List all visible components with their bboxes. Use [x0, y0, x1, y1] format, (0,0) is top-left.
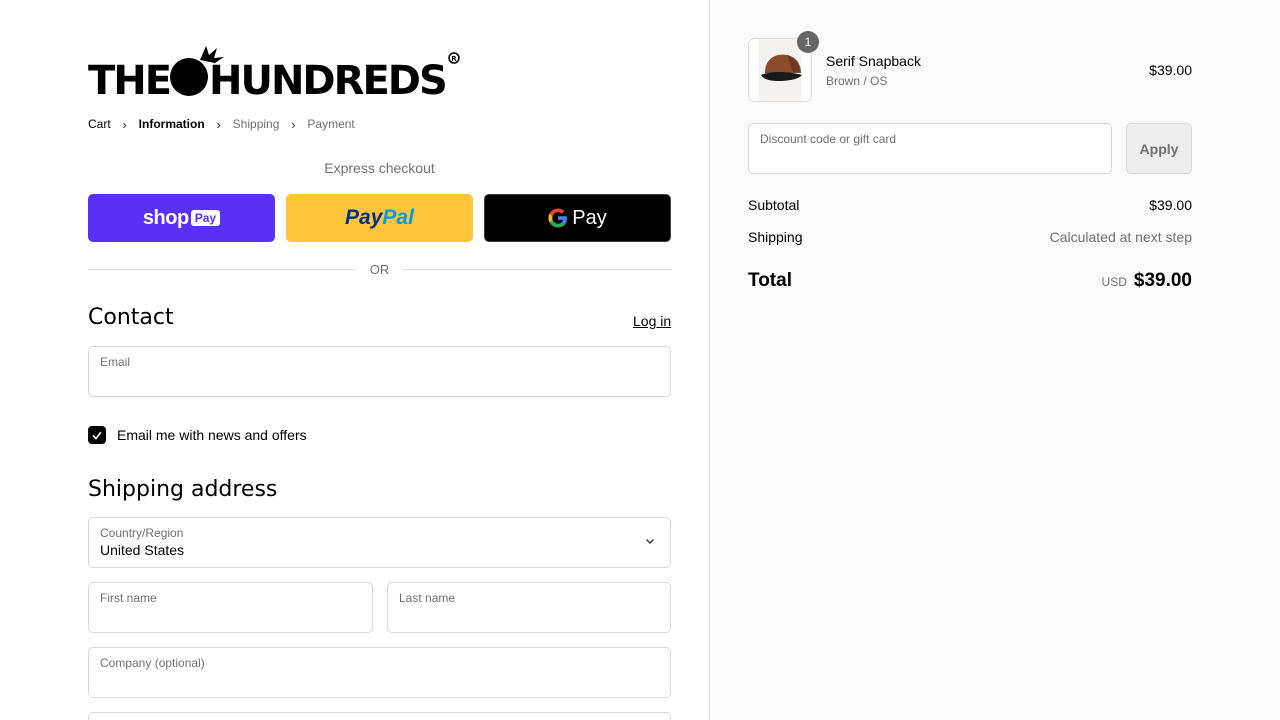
company-field[interactable]: Company (optional) — [88, 647, 671, 698]
shop-pay-button[interactable]: shop Pay — [88, 194, 275, 242]
total-currency: USD — [1101, 275, 1127, 289]
discount-code-field[interactable]: Discount code or gift card — [748, 123, 1112, 174]
last-name-field[interactable]: Last name — [387, 582, 671, 633]
express-checkout-label: Express checkout — [324, 160, 435, 176]
contact-heading: Contact — [88, 305, 174, 330]
newsletter-checkbox-row[interactable]: Email me with news and offers — [88, 426, 307, 444]
shipping-value: Calculated at next step — [1049, 229, 1192, 245]
order-summary-panel — [709, 0, 1280, 720]
breadcrumb-information: Information — [138, 117, 205, 131]
chevron-right-icon: › — [216, 116, 221, 132]
login-link[interactable]: Log in — [633, 313, 671, 329]
shipping-row: Shipping Calculated at next step — [748, 229, 1192, 245]
brand-logo[interactable]: THE HUNDREDS R — [88, 36, 468, 104]
product-variant: Brown / OS — [826, 74, 888, 88]
country-label: Country/Region — [100, 526, 184, 540]
svg-text:R: R — [451, 55, 457, 63]
chevron-right-icon: › — [122, 116, 127, 132]
or-divider: OR — [88, 262, 671, 278]
paypal-label-part1: Pay — [345, 206, 383, 229]
shipping-address-heading: Shipping address — [88, 477, 278, 502]
svg-text:THE: THE — [88, 58, 170, 100]
divider-line — [403, 269, 671, 270]
breadcrumb-shipping: Shipping — [232, 117, 280, 131]
subtotal-row: Subtotal $39.00 — [748, 197, 1192, 213]
total-value: $39.00 — [1133, 270, 1192, 291]
last-name-label: Last name — [399, 591, 456, 605]
the-hundreds-logo-icon: THE HUNDREDS R — [88, 46, 460, 104]
svg-text:HUNDREDS: HUNDREDS — [209, 58, 446, 100]
product-price: $39.00 — [1149, 62, 1192, 78]
subtotal-value: $39.00 — [1149, 197, 1192, 213]
country-select[interactable]: Country/Region United States — [88, 517, 671, 568]
chevron-down-icon — [646, 539, 654, 544]
product-name: Serif Snapback — [826, 53, 921, 69]
first-name-label: First name — [100, 591, 157, 605]
checkout-main-panel: THE HUNDREDS R Cart › Information › Ship… — [0, 0, 709, 720]
newsletter-checkbox[interactable] — [88, 426, 106, 444]
shipping-label: Shipping — [748, 229, 803, 245]
google-pay-button[interactable]: Pay — [484, 194, 671, 242]
first-name-field[interactable]: First name — [88, 582, 373, 633]
shop-pay-label: shop — [142, 206, 189, 229]
apply-discount-button[interactable]: Apply — [1126, 123, 1192, 174]
chevron-right-icon: › — [291, 116, 296, 132]
paypal-label-part2: Pal — [382, 206, 414, 229]
country-value: United States — [100, 542, 185, 558]
google-g-icon — [548, 208, 568, 228]
address-field[interactable] — [88, 712, 671, 720]
paypal-button[interactable]: Pay Pal — [286, 194, 473, 242]
quantity-badge: 1 — [797, 31, 819, 53]
subtotal-label: Subtotal — [748, 197, 800, 213]
email-field[interactable]: Email — [88, 346, 671, 397]
breadcrumb-payment: Payment — [307, 117, 355, 131]
email-field-label: Email — [100, 355, 131, 369]
breadcrumb: Cart › Information › Shipping › Payment — [88, 116, 355, 132]
newsletter-label: Email me with news and offers — [117, 427, 307, 443]
breadcrumb-cart[interactable]: Cart — [88, 117, 111, 131]
total-label: Total — [748, 270, 792, 291]
discount-code-label: Discount code or gift card — [760, 132, 897, 146]
shop-pay-badge: Pay — [190, 210, 221, 226]
total-row: Total USD $39.00 — [748, 270, 1192, 292]
company-label: Company (optional) — [100, 656, 205, 670]
google-pay-label: Pay — [572, 206, 607, 229]
checkmark-icon — [92, 431, 102, 440]
